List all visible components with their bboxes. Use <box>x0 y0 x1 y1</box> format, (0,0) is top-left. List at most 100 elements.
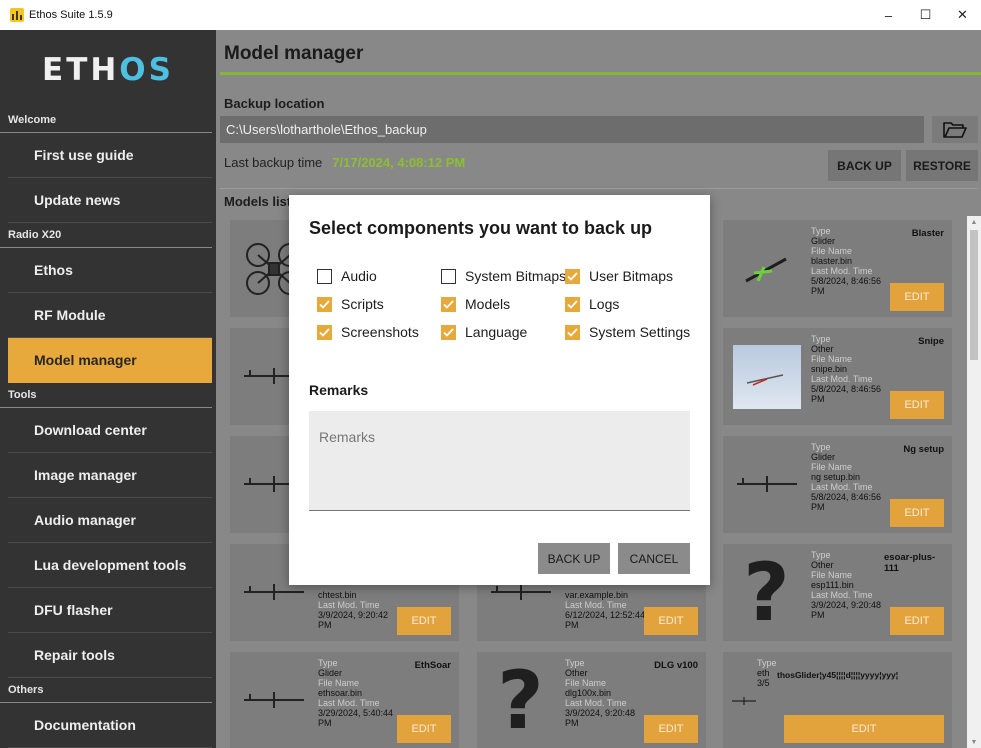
model-time: 3/9/2024, 9:20:42 PM <box>318 610 389 630</box>
last-mod-key: Last Mod. Time <box>318 698 380 708</box>
option-audio[interactable]: Audio <box>317 267 377 285</box>
models-scrollbar[interactable]: ▲ ▼ <box>967 216 981 748</box>
model-file: snipe.bin <box>811 364 848 374</box>
app-logo-icon <box>10 8 24 22</box>
edit-button[interactable]: EDIT <box>397 715 451 743</box>
sidebar-item-repair-tools[interactable]: Repair tools <box>8 633 212 678</box>
last-mod-key: Last Mod. Time <box>565 698 627 708</box>
sidebar-item-lua-tools[interactable]: Lua development tools <box>8 543 212 588</box>
last-backup-value: 7/17/2024, 4:08:12 PM <box>332 155 466 170</box>
model-card[interactable]: Type Glider File Name ethsoar.bin Last M… <box>230 652 459 748</box>
last-mod-key: Last Mod. Time <box>811 590 873 600</box>
plane-image <box>729 658 759 743</box>
divider <box>220 188 978 189</box>
model-type: Glider <box>811 236 836 246</box>
glider-image <box>729 226 804 311</box>
plane-image <box>729 442 804 527</box>
option-logs[interactable]: Logs <box>565 295 619 313</box>
dialog-back-up-button[interactable]: BACK UP <box>538 543 610 574</box>
checkbox[interactable] <box>317 296 332 312</box>
checkbox[interactable] <box>565 296 580 312</box>
plane-image <box>236 658 311 743</box>
sidebar-item-documentation[interactable]: Documentation <box>8 703 212 748</box>
file-name-key: File Name <box>318 678 360 688</box>
option-screenshots[interactable]: Screenshots <box>317 323 419 341</box>
model-card[interactable]: Type eth 3/5 thosGlider¦y45¦¦¦¦d¦¦¦¦yyyy… <box>723 652 952 748</box>
model-info: Type eth 3/5 <box>757 658 777 688</box>
model-card[interactable]: Type Glider File Name ng setup.bin Last … <box>723 436 952 533</box>
model-file: chtest.bin <box>318 590 357 600</box>
scroll-up-arrow-icon[interactable]: ▲ <box>967 216 981 228</box>
sidebar-item-image-manager[interactable]: Image manager <box>8 453 212 498</box>
sidebar-item-model-manager[interactable]: Model manager <box>8 338 212 383</box>
back-up-button[interactable]: BACK UP <box>828 150 901 181</box>
section-others: Others <box>0 678 212 703</box>
model-card[interactable]: Type Glider File Name blaster.bin Last M… <box>723 220 952 317</box>
edit-button[interactable]: EDIT <box>890 499 944 527</box>
title-bar: Ethos Suite 1.5.9 – ☐ ✕ <box>0 0 981 30</box>
option-label: Screenshots <box>341 324 419 340</box>
close-button[interactable]: ✕ <box>944 0 981 30</box>
option-system-settings[interactable]: System Settings <box>565 323 690 341</box>
model-info: var.example.bin Last Mod. Time 6/12/2024… <box>565 590 651 630</box>
edit-button[interactable]: EDIT <box>784 715 944 743</box>
edit-button[interactable]: EDIT <box>644 715 698 743</box>
sidebar-item-rf-module[interactable]: RF Module <box>8 293 212 338</box>
checkbox[interactable] <box>441 296 456 312</box>
model-info: Type Other File Name dlg100x.bin Last Mo… <box>565 658 651 728</box>
option-models[interactable]: Models <box>441 295 510 313</box>
window-title: Ethos Suite 1.5.9 <box>29 9 113 21</box>
model-name: Blaster <box>911 228 944 239</box>
model-file: var.example.bin <box>565 590 629 600</box>
remarks-input[interactable]: Remarks <box>309 411 690 511</box>
checkbox[interactable] <box>441 268 456 284</box>
restore-button[interactable]: RESTORE <box>906 150 978 181</box>
last-mod-key: Last Mod. Time <box>811 374 873 384</box>
option-system-bitmaps[interactable]: System Bitmaps <box>441 267 566 285</box>
scroll-thumb[interactable] <box>970 230 978 360</box>
sky-photo <box>729 334 804 419</box>
model-type: Glider <box>811 452 836 462</box>
edit-button[interactable]: EDIT <box>890 283 944 311</box>
sidebar-item-download-center[interactable]: Download center <box>8 408 212 453</box>
checkbox[interactable] <box>317 324 332 340</box>
checkbox[interactable] <box>317 268 332 284</box>
model-file: ethsoar.bin <box>318 688 363 698</box>
edit-button[interactable]: EDIT <box>397 607 451 635</box>
maximize-button[interactable]: ☐ <box>907 0 944 30</box>
question-mark-icon: ? <box>497 653 544 747</box>
section-tools: Tools <box>0 383 212 408</box>
sidebar-item-ethos[interactable]: Ethos <box>8 248 212 293</box>
last-mod-key: Last Mod. Time <box>318 600 380 610</box>
option-user-bitmaps[interactable]: User Bitmaps <box>565 267 673 285</box>
scroll-down-arrow-icon[interactable]: ▼ <box>967 736 981 748</box>
model-card[interactable]: ? Type Other File Name esp111.bin Last M… <box>723 544 952 641</box>
model-card[interactable]: ? Type Other File Name dlg100x.bin Last … <box>477 652 706 748</box>
last-mod-key: Last Mod. Time <box>811 482 873 492</box>
dialog-cancel-button[interactable]: CANCEL <box>618 543 690 574</box>
edit-button[interactable]: EDIT <box>890 391 944 419</box>
type-key: Type <box>757 658 777 668</box>
checkbox[interactable] <box>441 324 456 340</box>
checkbox[interactable] <box>565 268 580 284</box>
backup-location-label: Backup location <box>224 96 325 111</box>
backup-path-field[interactable]: C:\Users\lotharthole\Ethos_backup <box>220 116 924 143</box>
option-language[interactable]: Language <box>441 323 527 341</box>
sidebar-item-first-use-guide[interactable]: First use guide <box>8 133 212 178</box>
minimize-button[interactable]: – <box>870 0 907 30</box>
sidebar-item-dfu-flasher[interactable]: DFU flasher <box>8 588 212 633</box>
file-name-key: File Name <box>811 246 853 256</box>
checkbox[interactable] <box>565 324 580 340</box>
model-card[interactable]: Type Other File Name snipe.bin Last Mod.… <box>723 328 952 425</box>
check-icon <box>319 299 330 309</box>
sidebar-item-update-news[interactable]: Update news <box>8 178 212 223</box>
option-label: System Bitmaps <box>465 268 567 284</box>
browse-folder-button[interactable] <box>932 116 978 143</box>
sidebar-item-audio-manager[interactable]: Audio manager <box>8 498 212 543</box>
check-icon <box>567 299 578 309</box>
edit-button[interactable]: EDIT <box>644 607 698 635</box>
model-time: 5/8/2024, 8:46:56 PM <box>811 276 882 296</box>
edit-button[interactable]: EDIT <box>890 607 944 635</box>
model-time: 3/9/2024, 9:20:48 PM <box>565 708 636 728</box>
option-scripts[interactable]: Scripts <box>317 295 384 313</box>
